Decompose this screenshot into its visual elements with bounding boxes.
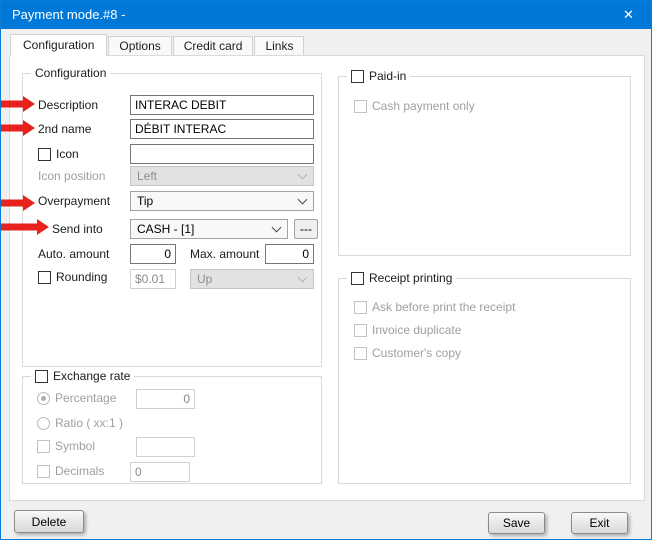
auto-amount-label: Auto. amount <box>38 244 109 264</box>
icon-checkbox <box>38 148 51 161</box>
ratio-radio <box>37 417 50 430</box>
rounding-amount-input: $0.01 <box>130 269 176 289</box>
cash-payment-only-checkbox <box>354 100 367 113</box>
overpayment-label: Overpayment <box>38 191 110 211</box>
receipt-printing-legend[interactable]: Receipt printing <box>347 271 456 285</box>
exchange-rate-group: Exchange rate Percentage 0 Ratio ( xx:1 … <box>22 376 322 484</box>
decimals-checkbox <box>37 465 50 478</box>
close-icon[interactable]: ✕ <box>606 1 651 29</box>
icon-checkbox-row[interactable]: Icon <box>38 147 79 161</box>
ratio-label: Ratio ( xx:1 ) <box>55 416 123 430</box>
save-button[interactable]: Save <box>488 512 545 534</box>
symbol-checkbox <box>37 440 50 453</box>
description-label: Description <box>38 95 98 115</box>
footer-strip <box>2 501 650 538</box>
chevron-down-icon <box>298 273 308 283</box>
auto-amount-input[interactable]: 0 <box>130 244 176 264</box>
symbol-input <box>136 437 195 457</box>
rounding-checkbox <box>38 271 51 284</box>
titlebar: Payment mode.#8 - ✕ <box>1 1 651 29</box>
red-arrow-description-icon <box>1 96 35 112</box>
rounding-checkbox-row[interactable]: Rounding <box>38 270 107 284</box>
chevron-down-icon <box>298 170 308 180</box>
ask-before-print-checkbox <box>354 301 367 314</box>
second-name-input[interactable]: DÉBIT INTERAC <box>130 119 314 139</box>
icon-position-combobox: Left <box>130 166 314 186</box>
rounding-mode-combobox: Up <box>190 269 314 289</box>
percentage-input: 0 <box>136 389 195 409</box>
overpayment-combobox[interactable]: Tip <box>130 191 314 211</box>
decimals-checkbox-row: Decimals <box>37 464 104 478</box>
max-amount-label: Max. amount <box>190 244 259 264</box>
icon-label: Icon <box>56 147 79 161</box>
second-name-label: 2nd name <box>38 119 91 139</box>
send-into-combobox[interactable]: CASH - [1] <box>130 219 288 239</box>
tab-links[interactable]: Links <box>254 36 304 55</box>
percentage-radio-row: Percentage <box>37 391 116 405</box>
exchange-rate-checkbox <box>35 370 48 383</box>
cash-payment-only-row: Cash payment only <box>354 99 475 113</box>
tab-configuration[interactable]: Configuration <box>10 34 107 56</box>
red-arrow-overpayment-icon <box>1 195 35 211</box>
symbol-label: Symbol <box>55 439 95 453</box>
percentage-label: Percentage <box>55 391 116 405</box>
max-amount-input[interactable]: 0 <box>265 244 314 264</box>
percentage-radio <box>37 392 50 405</box>
ask-before-print-label: Ask before print the receipt <box>372 300 515 314</box>
chevron-down-icon <box>272 223 282 233</box>
configuration-group: Configuration Description INTERAC DEBIT … <box>22 73 322 367</box>
exchange-rate-legend[interactable]: Exchange rate <box>31 369 134 383</box>
paid-in-checkbox <box>351 70 364 83</box>
payment-mode-dialog: Payment mode.#8 - ✕ Configuration Option… <box>0 0 652 540</box>
customers-copy-checkbox <box>354 347 367 360</box>
ask-before-print-row: Ask before print the receipt <box>354 300 515 314</box>
decimals-input: 0 <box>130 462 190 482</box>
rounding-label: Rounding <box>56 270 107 284</box>
ratio-radio-row: Ratio ( xx:1 ) <box>37 416 123 430</box>
red-arrow-second-name-icon <box>1 120 35 136</box>
send-into-browse-button[interactable]: --- <box>294 219 318 239</box>
send-into-label: Send into <box>52 219 103 239</box>
configuration-group-legend: Configuration <box>31 66 110 80</box>
icon-input[interactable] <box>130 144 314 164</box>
invoice-duplicate-checkbox <box>354 324 367 337</box>
paid-in-legend[interactable]: Paid-in <box>347 69 410 83</box>
description-input[interactable]: INTERAC DEBIT <box>130 95 314 115</box>
decimals-label: Decimals <box>55 464 104 478</box>
customers-copy-label: Customer's copy <box>372 346 461 360</box>
red-arrow-send-into-icon <box>1 219 49 235</box>
paid-in-group: Paid-in Cash payment only <box>338 76 631 256</box>
icon-position-label: Icon position <box>38 166 105 186</box>
invoice-duplicate-row: Invoice duplicate <box>354 323 461 337</box>
tab-options[interactable]: Options <box>108 36 171 55</box>
customers-copy-row: Customer's copy <box>354 346 461 360</box>
delete-button[interactable]: Delete <box>14 510 84 533</box>
tab-credit-card[interactable]: Credit card <box>173 36 254 55</box>
invoice-duplicate-label: Invoice duplicate <box>372 323 461 337</box>
symbol-checkbox-row: Symbol <box>37 439 95 453</box>
tab-strip: Configuration Options Credit card Links <box>10 34 305 55</box>
receipt-printing-group: Receipt printing Ask before print the re… <box>338 278 631 484</box>
cash-payment-only-label: Cash payment only <box>372 99 475 113</box>
chevron-down-icon <box>298 195 308 205</box>
window-title: Payment mode.#8 - <box>12 1 125 29</box>
receipt-printing-checkbox <box>351 272 364 285</box>
exit-button[interactable]: Exit <box>571 512 628 534</box>
